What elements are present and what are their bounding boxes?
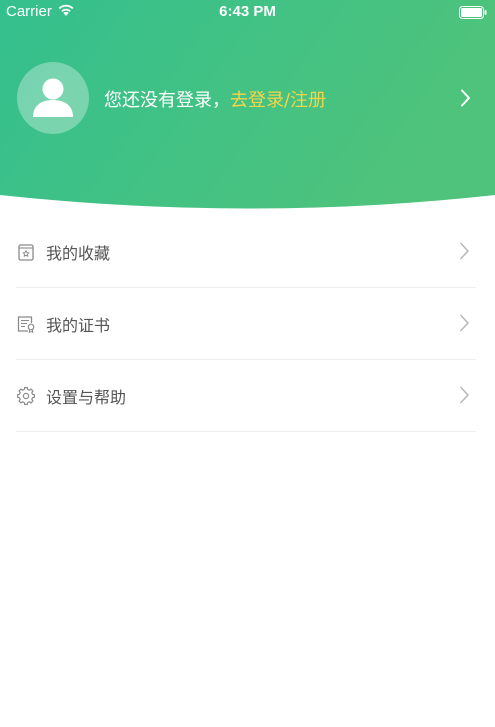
profile-header: Carrier 6:43 PM 您还没有登录，去登录/注册 [0, 0, 495, 210]
menu-item-favorites[interactable]: 我的收藏 [16, 216, 476, 288]
menu-item-settings-help[interactable]: 设置与帮助 [16, 360, 476, 432]
profile-screen: Carrier 6:43 PM 您还没有登录，去登录/注册 我的收藏 我的证书 … [0, 0, 495, 727]
login-register-link[interactable]: 去登录/注册 [230, 90, 326, 111]
menu-item-label: 我的收藏 [46, 244, 111, 263]
chevron-right-icon [459, 386, 470, 408]
menu-item-label: 我的证书 [46, 316, 111, 335]
certificate-icon [16, 314, 36, 334]
chevron-right-icon [459, 242, 470, 264]
chevron-right-icon[interactable] [460, 89, 471, 111]
chevron-right-icon [459, 314, 470, 336]
menu-item-label: 设置与帮助 [46, 388, 127, 407]
battery-icon [459, 5, 487, 23]
user-silhouette-icon [33, 78, 73, 117]
menu-list: 我的收藏 我的证书 设置与帮助 [16, 216, 476, 432]
status-bar: Carrier 6:43 PM [0, 0, 495, 24]
status-time: 6:43 PM [219, 3, 276, 20]
login-status-label: 您还没有登录， [104, 90, 230, 111]
favorites-icon [16, 242, 36, 262]
avatar[interactable] [17, 62, 89, 134]
login-prompt-text: 您还没有登录，去登录/注册 [104, 86, 326, 112]
settings-gear-icon [16, 386, 36, 406]
login-prompt-row[interactable]: 您还没有登录，去登录/注册 [0, 60, 495, 134]
menu-item-certificates[interactable]: 我的证书 [16, 288, 476, 360]
